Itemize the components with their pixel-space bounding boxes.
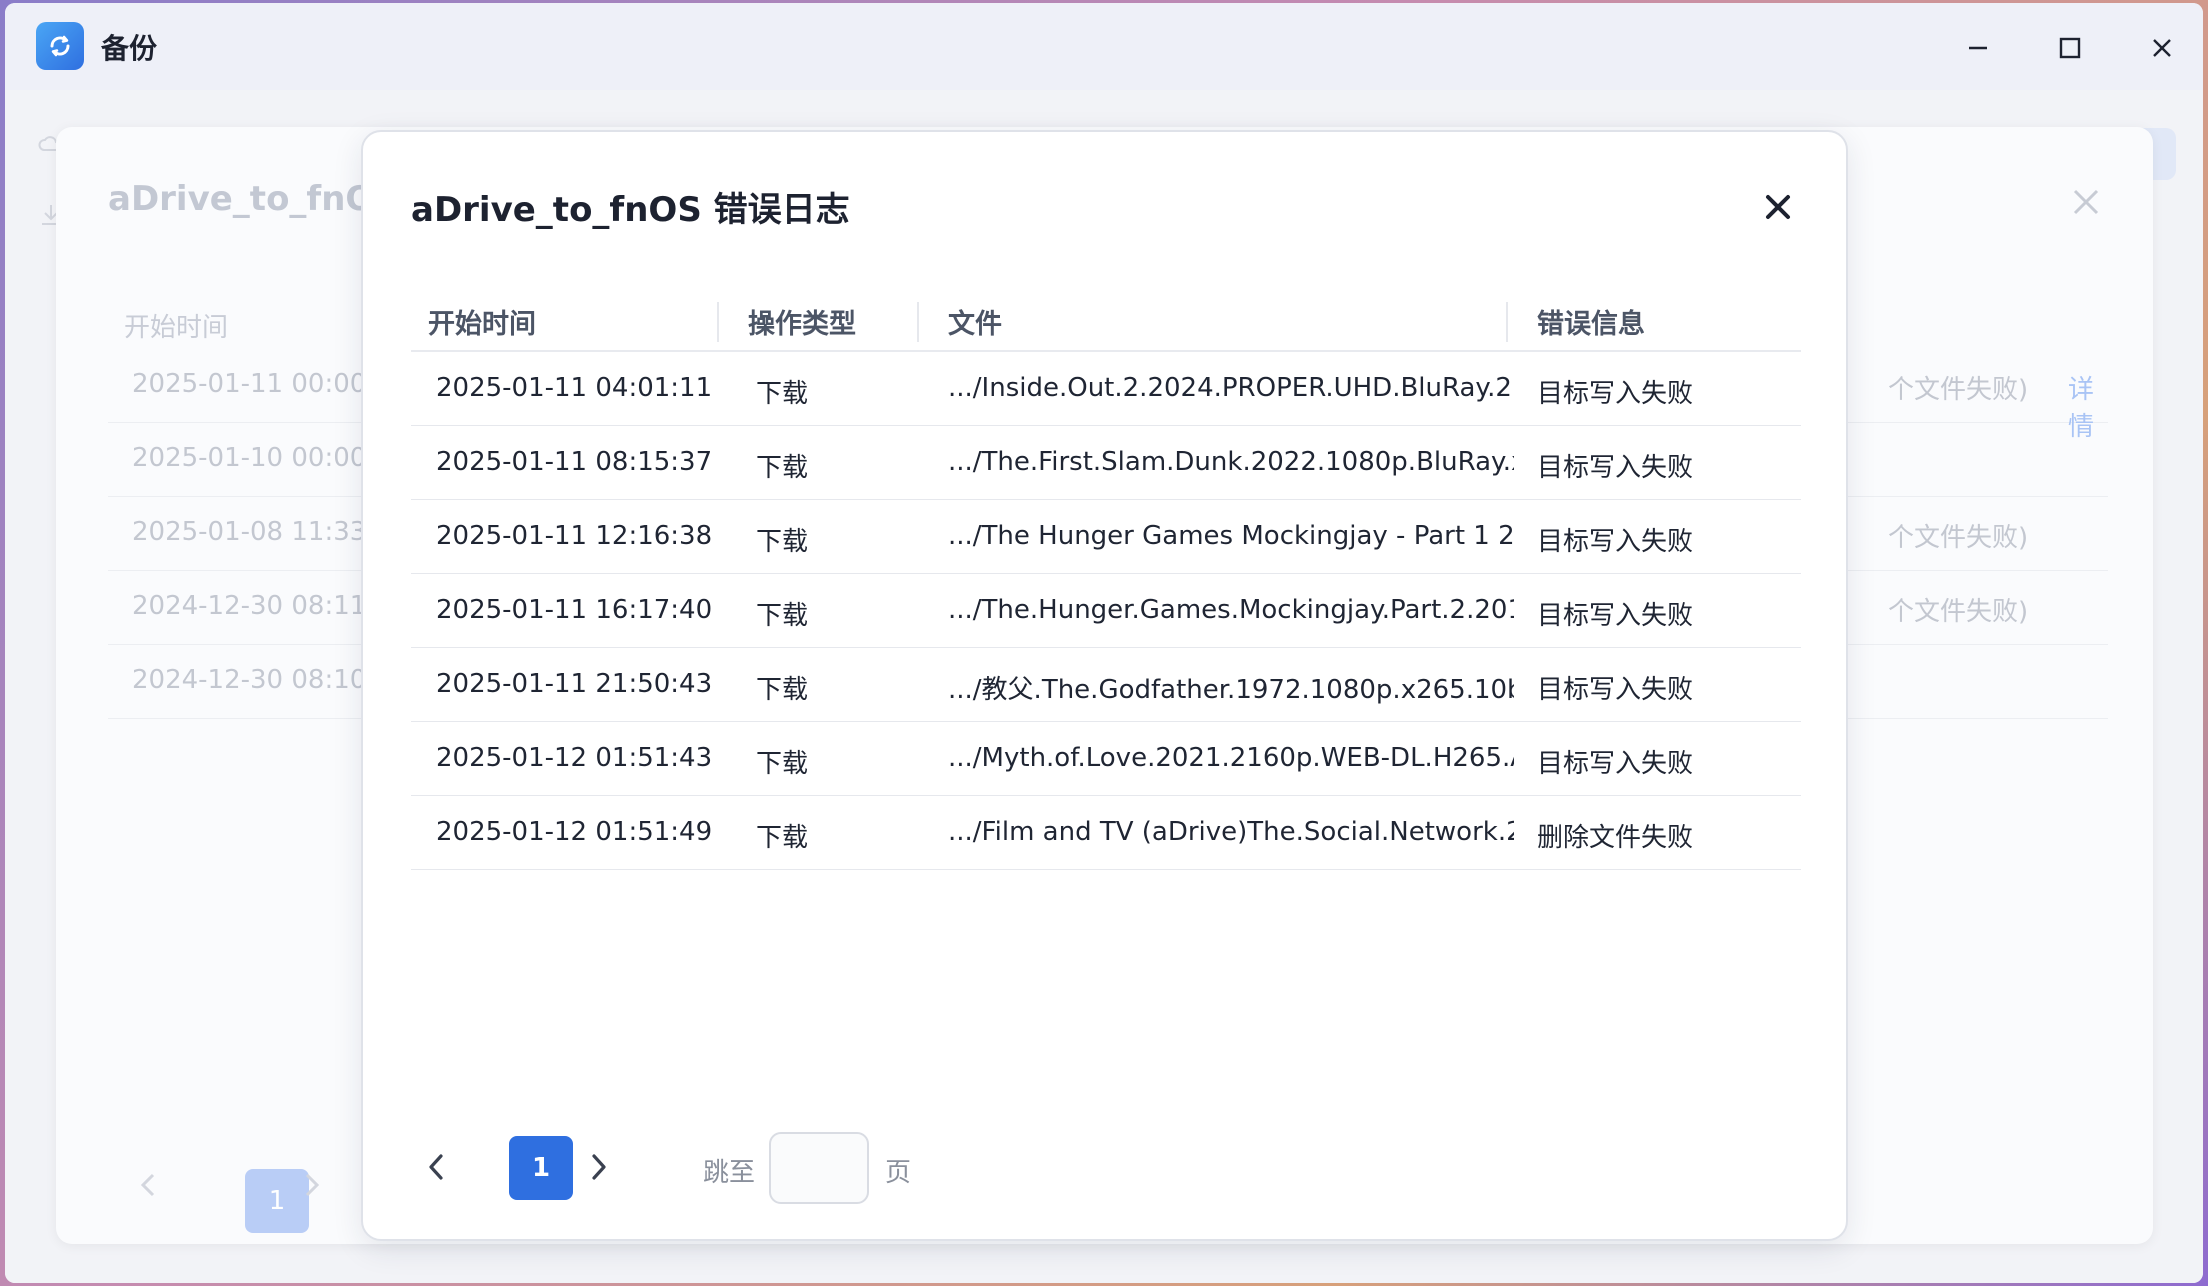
close-icon bbox=[2153, 39, 2171, 57]
maximize-button[interactable] bbox=[2047, 25, 2093, 71]
cell-error: 目标写入失败 bbox=[1537, 749, 1694, 779]
cell-op: 下载 bbox=[756, 601, 809, 631]
background-row-status: 个文件失败) bbox=[1888, 523, 2029, 553]
pagination: 1 跳至 页 bbox=[411, 1132, 1111, 1204]
cell-file: .../Inside.Out.2.2024.PROPER.UHD.BluRay.… bbox=[948, 373, 1514, 403]
background-close-icon bbox=[2073, 189, 2099, 215]
background-row-time: 2024-12-30 08:10:1 bbox=[132, 665, 392, 695]
cell-op: 下载 bbox=[756, 675, 809, 705]
column-header-error[interactable]: 错误信息 bbox=[1537, 302, 1645, 341]
title-bar: 备份 bbox=[5, 3, 2203, 90]
cell-time: 2025-01-11 08:15:37 bbox=[436, 447, 713, 477]
background-row-time: 2024-12-30 08:11:3 bbox=[132, 591, 392, 621]
background-chevron-left-icon bbox=[140, 1173, 155, 1197]
close-icon bbox=[1766, 195, 1790, 219]
dialog-title: aDrive_to_fnOS 错误日志 bbox=[411, 190, 850, 230]
cell-error: 目标写入失败 bbox=[1537, 453, 1694, 483]
cell-op: 下载 bbox=[756, 453, 809, 483]
cell-file: .../Film and TV (aDrive)The.Social.Netwo… bbox=[948, 817, 1514, 847]
background-row-time: 2025-01-10 00:00:0 bbox=[132, 443, 392, 473]
cell-error: 目标写入失败 bbox=[1537, 379, 1694, 409]
table-row[interactable]: 2025-01-11 16:17:40 下载 .../The.Hunger.Ga… bbox=[411, 574, 1801, 648]
cell-op: 下载 bbox=[756, 379, 809, 409]
cell-error: 目标写入失败 bbox=[1537, 527, 1694, 557]
table-row[interactable]: 2025-01-12 01:51:43 下载 .../Myth.of.Love.… bbox=[411, 722, 1801, 796]
cell-error: 目标写入失败 bbox=[1537, 675, 1694, 705]
cell-time: 2025-01-11 21:50:43 bbox=[436, 669, 713, 699]
column-divider[interactable] bbox=[1506, 302, 1508, 342]
maximize-icon bbox=[2059, 37, 2081, 59]
dialog-close-button[interactable] bbox=[1758, 187, 1798, 227]
prev-page-button[interactable] bbox=[421, 1152, 451, 1182]
cell-error: 目标写入失败 bbox=[1537, 601, 1694, 631]
background-row-status: 个文件失败) bbox=[1888, 597, 2029, 627]
background-panel-title: aDrive_to_fnOS bbox=[108, 179, 399, 219]
backup-app-icon bbox=[36, 22, 84, 70]
error-log-table: 开始时间 操作类型 文件 错误信息 2025-01-11 04:01:11 下载… bbox=[411, 292, 1801, 870]
column-divider[interactable] bbox=[717, 302, 719, 342]
background-header-time: 开始时间 bbox=[124, 313, 229, 343]
column-header-op[interactable]: 操作类型 bbox=[748, 302, 856, 341]
cell-op: 下载 bbox=[756, 527, 809, 557]
cell-time: 2025-01-11 04:01:11 bbox=[436, 373, 713, 403]
cell-time: 2025-01-11 16:17:40 bbox=[436, 595, 713, 625]
page-number-current[interactable]: 1 bbox=[509, 1136, 573, 1200]
next-page-button[interactable] bbox=[584, 1152, 614, 1182]
window-title: 备份 bbox=[101, 32, 158, 65]
background-row-time: 2025-01-11 00:00:0 bbox=[132, 369, 392, 399]
cell-time: 2025-01-12 01:51:49 bbox=[436, 817, 713, 847]
table-row[interactable]: 2025-01-11 12:16:38 下载 .../The Hunger Ga… bbox=[411, 500, 1801, 574]
table-row[interactable]: 2025-01-11 08:15:37 下载 .../The.First.Sla… bbox=[411, 426, 1801, 500]
table-row[interactable]: 2025-01-11 21:50:43 下载 .../教父.The.Godfat… bbox=[411, 648, 1801, 722]
error-log-dialog: aDrive_to_fnOS 错误日志 开始时间 操作类型 文件 错误信息 20… bbox=[361, 130, 1848, 1241]
table-row[interactable]: 2025-01-12 01:51:49 下载 .../Film and TV (… bbox=[411, 796, 1801, 870]
cell-file: .../Myth.of.Love.2021.2160p.WEB-DL.H265.… bbox=[948, 743, 1514, 773]
cell-op: 下载 bbox=[756, 749, 809, 779]
cell-time: 2025-01-12 01:51:43 bbox=[436, 743, 713, 773]
table-row[interactable]: 2025-01-11 04:01:11 下载 .../Inside.Out.2.… bbox=[411, 352, 1801, 426]
background-row-status: 个文件失败) bbox=[1888, 375, 2029, 405]
cell-error: 删除文件失败 bbox=[1537, 823, 1694, 853]
table-header: 开始时间 操作类型 文件 错误信息 bbox=[411, 292, 1801, 352]
minimize-icon bbox=[1969, 46, 1987, 50]
column-divider[interactable] bbox=[917, 302, 919, 342]
column-header-file[interactable]: 文件 bbox=[948, 302, 1002, 341]
column-header-time[interactable]: 开始时间 bbox=[428, 302, 536, 341]
cell-op: 下载 bbox=[756, 823, 809, 853]
chevron-left-icon bbox=[429, 1154, 443, 1180]
chevron-right-icon bbox=[592, 1154, 606, 1180]
cell-file: .../The Hunger Games Mockingjay - Part 1… bbox=[948, 521, 1514, 551]
background-row-time: 2025-01-08 11:33:3 bbox=[132, 517, 392, 547]
cell-time: 2025-01-11 12:16:38 bbox=[436, 521, 713, 551]
background-chevron-right-icon bbox=[305, 1173, 320, 1197]
cell-file: .../The.First.Slam.Dunk.2022.1080p.BluRa… bbox=[948, 447, 1514, 477]
jump-to-label: 跳至 bbox=[703, 1158, 756, 1188]
page-unit-label: 页 bbox=[885, 1158, 912, 1188]
close-window-button[interactable] bbox=[2139, 25, 2185, 71]
cell-file: .../The.Hunger.Games.Mockingjay.Part.2.2… bbox=[948, 595, 1514, 625]
cell-file: .../教父.The.Godfather.1972.1080p.x265.10b… bbox=[948, 675, 1514, 705]
minimize-button[interactable] bbox=[1955, 25, 2001, 71]
jump-page-input[interactable] bbox=[769, 1132, 869, 1204]
